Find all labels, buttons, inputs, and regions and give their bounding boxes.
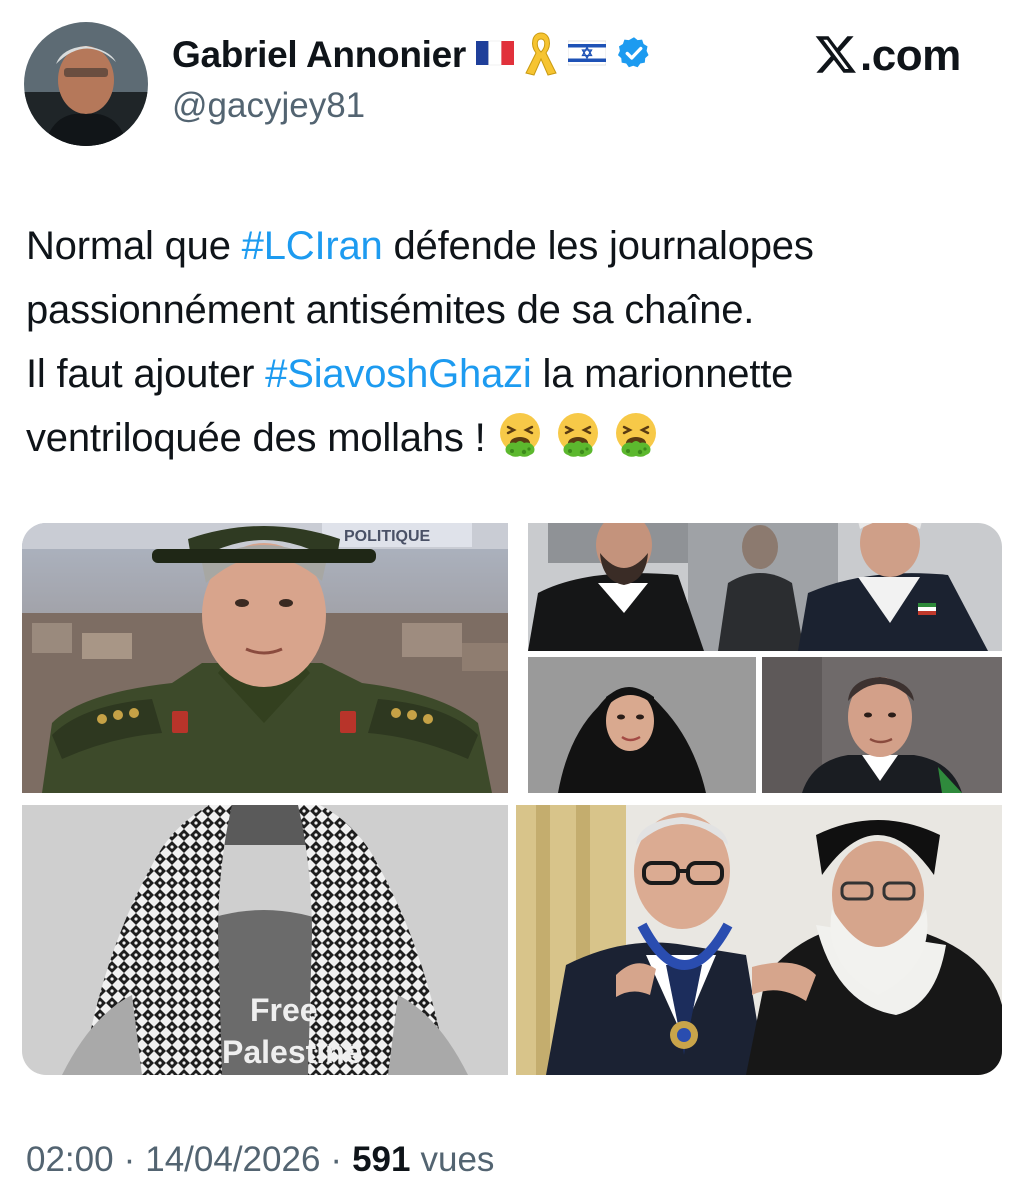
photo-medal-ceremony[interactable] (516, 805, 1002, 1075)
tweet-meta: 02:00 · 14/04/2026 · 591 vues (26, 1140, 494, 1180)
tweet-line-4: ventriloquée des mollahs ! (26, 406, 1006, 478)
views-label: vues (420, 1140, 495, 1179)
tweet-text: Normal que #LCIran défende les journalop… (26, 214, 1006, 478)
x-logo-icon (814, 32, 858, 81)
author-display-name[interactable]: Gabriel Annonier (172, 34, 466, 76)
photo-military-officer[interactable]: POLITIQUE (22, 523, 508, 793)
shirt-text-line2: Palestine (222, 1034, 363, 1070)
tweet-line-1: Normal que #LCIran défende les journalop… (26, 214, 1006, 278)
photo-keffiyeh-shirt[interactable]: Free Palestine (22, 805, 508, 1075)
tweet-text-segment: la marionnette (531, 352, 794, 396)
vomiting-face-icon (554, 411, 602, 478)
x-logo-suffix: .com (860, 31, 961, 80)
yellow-ribbon-icon (524, 29, 558, 82)
tweet-line-3: Il faut ajouter #SiavoshGhazi la marionn… (26, 342, 1006, 406)
views-count: 591 (352, 1140, 411, 1179)
shirt-text-line1: Free (250, 992, 318, 1028)
vomiting-face-icon (496, 411, 544, 478)
hashtag-link[interactable]: #SiavoshGhazi (265, 352, 532, 396)
tweet-text-segment: défende les journalopes (382, 224, 814, 268)
avatar[interactable] (24, 22, 148, 146)
photo-officials-group[interactable] (528, 523, 1002, 651)
media-grid: POLITIQUE Free Palestine (22, 523, 1002, 1075)
meta-separator: · (330, 1140, 343, 1179)
verified-badge-icon[interactable] (616, 35, 652, 76)
tweet-line-2: passionnément antisémites de sa chaîne. (26, 288, 755, 332)
avatar-image (24, 22, 148, 146)
france-flag-icon (475, 39, 514, 72)
tweet-time[interactable]: 02:00 (26, 1140, 114, 1180)
tweet-text-segment: Normal que (26, 224, 242, 268)
photo-woman-hijab[interactable] (528, 657, 756, 793)
meta-separator: · (123, 1140, 136, 1179)
tweet-text-segment: Il faut ajouter (26, 352, 266, 396)
x-brand: .com (814, 28, 961, 84)
banner-text: POLITIQUE (344, 528, 431, 545)
author-name-row: Gabriel Annonier (172, 30, 652, 80)
tweet-text-segment: ventriloquée des mollahs ! (26, 416, 486, 460)
hashtag-link[interactable]: #LCIran (242, 224, 383, 268)
photo-man-suit[interactable] (762, 657, 1002, 793)
israel-flag-icon (567, 39, 607, 72)
tweet-date[interactable]: 14/04/2026 (145, 1140, 320, 1180)
author-handle[interactable]: @gacyjey81 (172, 86, 365, 126)
vomiting-face-icon (612, 411, 660, 478)
